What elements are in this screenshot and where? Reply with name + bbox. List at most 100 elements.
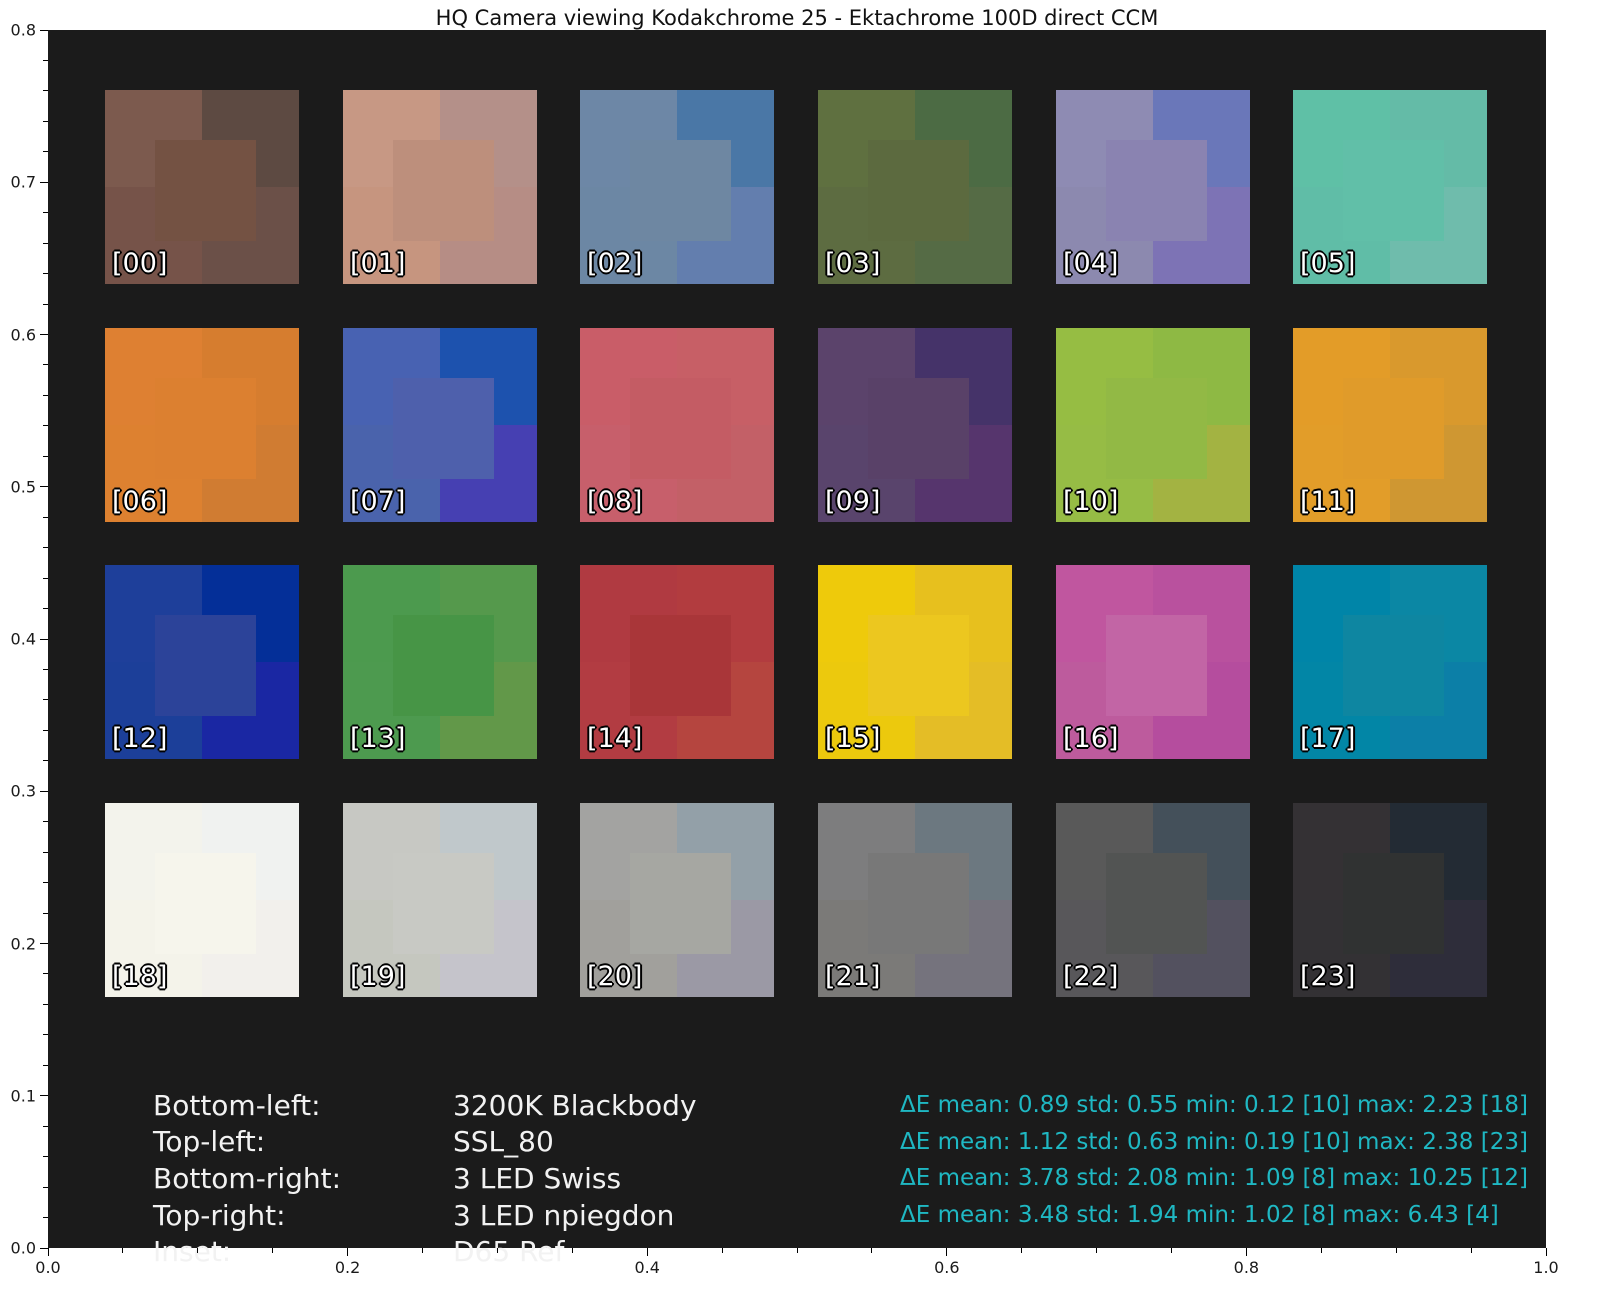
y-axis-minor-tick (43, 1217, 48, 1219)
patch-inset (1343, 378, 1445, 480)
x-axis-minor-tick (1096, 1248, 1098, 1253)
patch-label: [11] (1300, 486, 1356, 517)
color-patch-22: [22] (1056, 803, 1250, 997)
delta-e-stats: ΔE mean: 0.89 std: 0.55 min: 0.12 [10] m… (900, 1092, 1528, 1119)
color-patch-16: [16] (1056, 565, 1250, 759)
y-axis-tick-label: 0.0 (10, 1238, 36, 1258)
x-axis-major-tick (946, 1248, 948, 1256)
y-axis-minor-tick (43, 394, 48, 396)
x-axis-minor-tick (1395, 1248, 1397, 1253)
patch-label: [18] (112, 961, 168, 992)
legend-row: Top-left: SSL_80 ΔE mean: 1.12 std: 0.63… (153, 1124, 1573, 1161)
patch-label: [22] (1063, 961, 1119, 992)
patch-label: [07] (350, 486, 406, 517)
y-axis-minor-tick (43, 303, 48, 305)
y-axis-major-tick (40, 486, 48, 488)
patch-inset (868, 853, 970, 955)
y-axis-minor-tick (43, 59, 48, 61)
y-axis-minor-tick (43, 1003, 48, 1005)
x-axis-minor-tick (721, 1248, 723, 1253)
patch-inset (393, 853, 495, 955)
patch-inset (1343, 853, 1445, 955)
y-axis-minor-tick (43, 212, 48, 214)
patch-label: [21] (825, 961, 881, 992)
color-patch-00: [00] (105, 90, 299, 284)
patch-inset (393, 615, 495, 717)
x-axis-minor-tick (1470, 1248, 1472, 1253)
legend-label: Top-right: (153, 1198, 286, 1232)
delta-e-stats: ΔE mean: 1.12 std: 0.63 min: 0.19 [10] m… (900, 1128, 1528, 1155)
color-patch-05: [05] (1293, 90, 1487, 284)
y-axis-major-tick (40, 1095, 48, 1097)
patch-inset (1343, 140, 1445, 242)
patch-label: [00] (112, 248, 168, 279)
legend-value: 3 LED Swiss (453, 1161, 622, 1195)
y-axis-minor-tick (43, 1064, 48, 1066)
legend-row: Top-right: 3 LED npiegdon ΔE mean: 3.48 … (153, 1197, 1573, 1234)
x-axis-minor-tick (871, 1248, 873, 1253)
color-patch-23: [23] (1293, 803, 1487, 997)
y-axis-minor-tick (43, 1125, 48, 1127)
patch-inset (868, 615, 970, 717)
patch-inset (868, 378, 970, 480)
color-patch-19: [19] (343, 803, 537, 997)
chart-title: HQ Camera viewing Kodakchrome 25 - Ektac… (435, 6, 1159, 30)
patch-inset (1106, 853, 1208, 955)
color-patch-21: [21] (818, 803, 1012, 997)
y-axis-minor-tick (43, 151, 48, 153)
y-axis-tick-label: 0.5 (10, 477, 36, 497)
color-patch-01: [01] (343, 90, 537, 284)
x-axis-minor-tick (1021, 1248, 1023, 1253)
patch-label: [20] (587, 961, 643, 992)
y-axis-major-tick (40, 638, 48, 640)
color-patch-14: [14] (580, 565, 774, 759)
x-axis-major-tick (646, 1248, 648, 1256)
color-patch-13: [13] (343, 565, 537, 759)
legend-row: Inset: D65 Ref (153, 1233, 1573, 1270)
patch-inset (155, 140, 257, 242)
legend-label: Top-left: (153, 1125, 266, 1159)
y-axis-major-tick (40, 943, 48, 944)
x-axis-major-tick (47, 1248, 49, 1256)
patch-label: [14] (587, 723, 643, 754)
patch-inset (630, 378, 732, 480)
color-patch-15: [15] (818, 565, 1012, 759)
patch-label: [04] (1063, 248, 1119, 279)
y-axis-tick-label: 0.7 (10, 172, 36, 192)
legend: Bottom-left: 3200K Blackbody ΔE mean: 0.… (153, 1087, 1573, 1270)
patch-inset (1343, 615, 1445, 717)
x-axis-minor-tick (272, 1248, 274, 1253)
x-axis-minor-tick (422, 1248, 423, 1253)
x-axis-minor-tick (122, 1248, 124, 1253)
x-axis-minor-tick (1320, 1248, 1322, 1253)
color-patch-07: [07] (343, 328, 537, 522)
y-axis-major-tick (40, 334, 48, 335)
patch-inset (393, 140, 495, 242)
legend-value: 3200K Blackbody (453, 1088, 697, 1122)
y-axis-minor-tick (43, 882, 48, 884)
color-patch-12: [12] (105, 565, 299, 759)
legend-row: Bottom-right: 3 LED Swiss ΔE mean: 3.78 … (153, 1160, 1573, 1197)
y-axis-tick-label: 0.4 (10, 629, 36, 649)
patch-inset (630, 853, 732, 955)
y-axis-minor-tick (43, 1034, 48, 1036)
x-axis-tick-label: 0.4 (634, 1258, 660, 1277)
patch-label: [05] (1300, 248, 1356, 279)
x-axis-major-tick (1545, 1248, 1547, 1256)
y-axis-minor-tick (43, 912, 48, 914)
y-axis-tick-label: 0.1 (10, 1086, 36, 1106)
y-axis-minor-tick (43, 851, 48, 853)
patch-label: [10] (1063, 486, 1119, 517)
patch-label: [23] (1300, 961, 1356, 992)
x-axis-minor-tick (496, 1248, 498, 1253)
y-axis-major-tick (40, 790, 48, 792)
color-patch-09: [09] (818, 328, 1012, 522)
y-axis-minor-tick (43, 90, 48, 92)
patch-inset (155, 378, 257, 480)
y-axis-minor-tick (43, 1186, 48, 1188)
patch-label: [02] (587, 248, 643, 279)
color-patch-08: [08] (580, 328, 774, 522)
patch-label: [16] (1063, 723, 1119, 754)
x-axis-tick-label: 0.2 (334, 1258, 361, 1277)
x-axis-tick-label: 0.0 (35, 1258, 61, 1277)
